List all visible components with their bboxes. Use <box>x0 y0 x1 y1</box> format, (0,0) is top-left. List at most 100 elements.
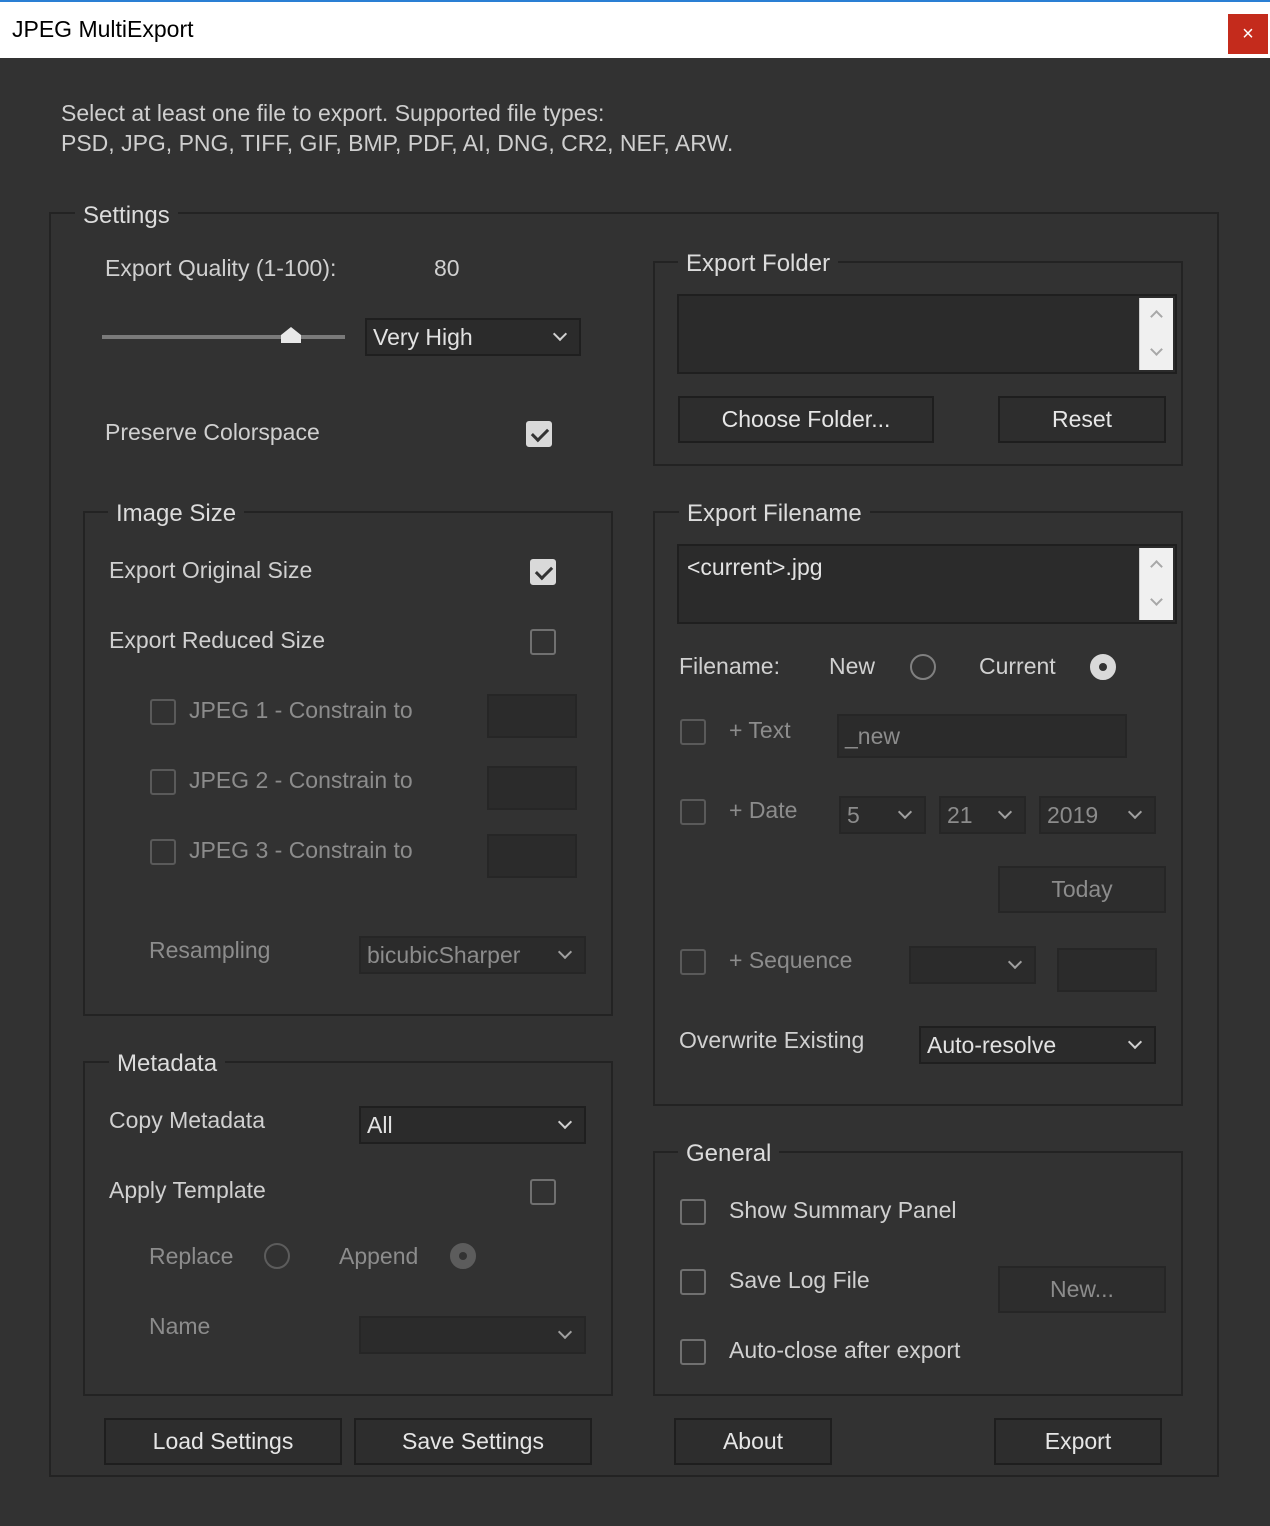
append-label: Append <box>339 1243 419 1269</box>
chevron-down-icon <box>552 326 568 342</box>
auto-close-checkbox[interactable] <box>680 1339 706 1365</box>
show-summary-label: Show Summary Panel <box>729 1197 957 1223</box>
jpeg3-label: JPEG 3 - Constrain to <box>189 837 413 863</box>
save-log-checkbox[interactable] <box>680 1269 706 1295</box>
general-title: General <box>678 1140 780 1168</box>
export-filename-scrollbar[interactable] <box>1139 548 1173 620</box>
jpeg2-size-input[interactable] <box>487 766 577 810</box>
quality-preset-value: Very High <box>373 324 473 350</box>
auto-close-label: Auto-close after export <box>729 1337 961 1363</box>
choose-folder-button[interactable]: Choose Folder... <box>678 396 934 443</box>
add-sequence-label: + Sequence <box>729 947 853 973</box>
save-settings-button[interactable]: Save Settings <box>354 1418 592 1465</box>
export-filename-text: <current>.jpg <box>687 554 823 580</box>
settings-title: Settings <box>75 202 178 230</box>
add-text-checkbox[interactable] <box>680 719 706 745</box>
chevron-down-icon <box>557 1114 573 1130</box>
template-name-label: Name <box>149 1313 211 1339</box>
intro-line-2: PSD, JPG, PNG, TIFF, GIF, BMP, PDF, AI, … <box>61 130 734 156</box>
load-settings-button[interactable]: Load Settings <box>104 1418 342 1465</box>
quality-slider-track[interactable] <box>102 335 345 339</box>
export-original-checkbox[interactable] <box>530 559 556 585</box>
date-year-value: 2019 <box>1047 802 1099 828</box>
replace-label: Replace <box>149 1243 234 1269</box>
preserve-colorspace-checkbox[interactable] <box>526 421 552 447</box>
today-button[interactable]: Today <box>998 866 1166 913</box>
preserve-colorspace-label: Preserve Colorspace <box>105 419 320 445</box>
reset-folder-button[interactable]: Reset <box>998 396 1166 443</box>
date-month-value: 5 <box>847 802 860 828</box>
export-reduced-checkbox[interactable] <box>530 629 556 655</box>
jpeg1-label: JPEG 1 - Constrain to <box>189 697 413 723</box>
date-year-select[interactable]: 2019 <box>1039 796 1156 834</box>
template-name-select[interactable] <box>359 1316 586 1354</box>
export-reduced-label: Export Reduced Size <box>109 627 326 653</box>
sequence-format-select[interactable] <box>909 946 1036 984</box>
overwrite-label: Overwrite Existing <box>679 1027 865 1053</box>
copy-metadata-value: All <box>367 1112 393 1138</box>
about-button[interactable]: About <box>674 1418 832 1465</box>
chevron-down-icon <box>557 944 573 960</box>
window-title: JPEG MultiExport <box>12 16 194 42</box>
export-folder-path[interactable] <box>677 294 1177 374</box>
filename-mode-label: Filename: <box>679 653 780 679</box>
chevron-down-icon <box>1127 1034 1143 1050</box>
filename-new-label: New <box>829 653 876 679</box>
resampling-select[interactable]: bicubicSharper <box>359 936 586 974</box>
save-log-label: Save Log File <box>729 1267 870 1293</box>
export-original-label: Export Original Size <box>109 557 313 583</box>
replace-radio[interactable] <box>264 1243 290 1269</box>
scroll-down-icon[interactable] <box>1150 593 1163 606</box>
add-date-checkbox[interactable] <box>680 799 706 825</box>
image-size-title: Image Size <box>108 500 245 528</box>
jpeg2-checkbox[interactable] <box>150 769 176 795</box>
export-folder-scrollbar[interactable] <box>1139 298 1173 370</box>
add-sequence-checkbox[interactable] <box>680 949 706 975</box>
quality-value: 80 <box>434 255 460 281</box>
scroll-up-icon[interactable] <box>1150 560 1163 573</box>
title-bar: JPEG MultiExport × <box>0 0 1270 58</box>
resampling-label: Resampling <box>149 937 271 963</box>
scroll-down-icon[interactable] <box>1150 343 1163 356</box>
show-summary-checkbox[interactable] <box>680 1199 706 1225</box>
export-filename-field[interactable]: <current>.jpg <box>677 544 1177 624</box>
jpeg1-size-input[interactable] <box>487 694 577 738</box>
chevron-down-icon <box>557 1324 573 1340</box>
jpeg2-label: JPEG 2 - Constrain to <box>189 767 413 793</box>
close-icon[interactable]: × <box>1228 14 1268 54</box>
scroll-up-icon[interactable] <box>1150 310 1163 323</box>
jpeg3-size-input[interactable] <box>487 834 577 878</box>
export-button[interactable]: Export <box>994 1418 1162 1465</box>
overwrite-select[interactable]: Auto-resolve <box>919 1026 1156 1064</box>
date-day-select[interactable]: 21 <box>939 796 1026 834</box>
add-text-label: + Text <box>729 717 791 743</box>
resampling-value: bicubicSharper <box>367 942 521 968</box>
chevron-down-icon <box>1007 954 1023 970</box>
quality-label: Export Quality (1-100): <box>105 255 337 281</box>
sequence-start-input[interactable] <box>1057 948 1157 992</box>
copy-metadata-select[interactable]: All <box>359 1106 586 1144</box>
add-text-input[interactable]: _new <box>837 714 1127 758</box>
filename-current-label: Current <box>979 653 1056 679</box>
new-log-button[interactable]: New... <box>998 1266 1166 1313</box>
quality-preset-select[interactable]: Very High <box>365 318 581 356</box>
date-month-select[interactable]: 5 <box>839 796 926 834</box>
add-date-label: + Date <box>729 797 798 823</box>
intro-line-1: Select at least one file to export. Supp… <box>61 100 605 126</box>
filename-current-radio[interactable] <box>1090 654 1116 680</box>
metadata-title: Metadata <box>109 1050 226 1078</box>
overwrite-value: Auto-resolve <box>927 1032 1057 1058</box>
copy-metadata-label: Copy Metadata <box>109 1107 265 1133</box>
chevron-down-icon <box>1127 804 1143 820</box>
export-folder-title: Export Folder <box>678 250 839 278</box>
chevron-down-icon <box>897 804 913 820</box>
jpeg1-checkbox[interactable] <box>150 699 176 725</box>
filename-new-radio[interactable] <box>910 654 936 680</box>
apply-template-label: Apply Template <box>109 1177 266 1203</box>
append-radio[interactable] <box>450 1243 476 1269</box>
jpeg3-checkbox[interactable] <box>150 839 176 865</box>
date-day-value: 21 <box>947 802 973 828</box>
chevron-down-icon <box>997 804 1013 820</box>
export-filename-title: Export Filename <box>679 500 870 528</box>
apply-template-checkbox[interactable] <box>530 1179 556 1205</box>
